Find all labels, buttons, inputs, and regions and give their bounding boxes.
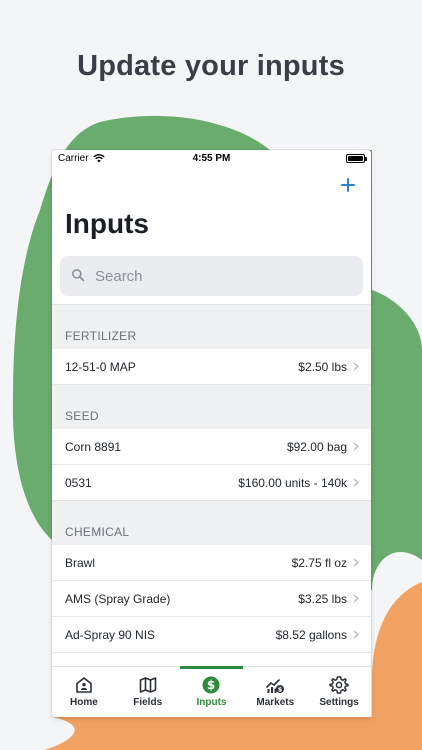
chevron-right-icon: [353, 594, 359, 603]
headline: Update your inputs: [77, 50, 345, 82]
tab-inputs[interactable]: $ Inputs: [179, 666, 244, 717]
status-bar: Carrier 4:55 PM: [52, 150, 371, 168]
tab-label: Inputs: [196, 697, 227, 708]
list-item[interactable]: Ad-Spray 90 NIS $8.52 gallons: [52, 617, 371, 653]
chevron-right-icon: [353, 630, 359, 639]
list-item[interactable]: 12-51-0 MAP $2.50 lbs: [52, 349, 371, 385]
clock: 4:55 PM: [192, 153, 231, 164]
markets-icon: $: [266, 679, 285, 693]
list-item[interactable]: AMS (Spray Grade) $3.25 lbs: [52, 581, 371, 617]
tab-label: Settings: [319, 697, 359, 708]
list-item[interactable]: Brawl $2.75 fl oz: [52, 545, 371, 581]
item-name: Ad-Spray 90 NIS: [65, 627, 156, 642]
search-bar[interactable]: [60, 256, 363, 296]
item-name: Corn 8891: [65, 439, 122, 454]
item-price: $8.52 gallons: [275, 627, 347, 642]
item-price: $92.00 bag: [286, 439, 347, 454]
item-price: $2.50 lbs: [298, 359, 347, 374]
item-name: 12-51-0 MAP: [65, 359, 136, 374]
inputs-list: FERTILIZER 12-51-0 MAP $2.50 lbs SEED Co…: [52, 304, 371, 666]
battery-icon: [346, 154, 365, 163]
item-price: $160.00 units - 140k: [238, 475, 347, 490]
tab-bar: Home Fields $ Inputs $ Markets Settings: [52, 666, 371, 717]
item-name: AMS (Spray Grade): [65, 591, 171, 606]
chevron-right-icon: [353, 558, 359, 567]
svg-text:$: $: [278, 685, 283, 693]
section-chemical: CHEMICAL Brawl $2.75 fl oz AMS (Spray Gr…: [52, 501, 371, 666]
tab-fields[interactable]: Fields: [116, 667, 180, 717]
search-input[interactable]: [95, 256, 345, 296]
section-header: FERTILIZER: [65, 329, 137, 343]
active-tab-indicator: [179, 666, 244, 669]
battery-cap: [365, 157, 367, 161]
add-button[interactable]: [339, 176, 357, 194]
section-header: SEED: [65, 409, 99, 423]
tab-label: Home: [70, 697, 98, 708]
section-seed: SEED Corn 8891 $92.00 bag 0531 $160.00 u…: [52, 385, 371, 501]
list-item-partial[interactable]: [52, 653, 371, 666]
page-title: Inputs: [65, 208, 149, 239]
dollar-icon: $: [202, 676, 220, 694]
item-price: $2.75 fl oz: [291, 555, 347, 570]
list-item[interactable]: 0531 $160.00 units - 140k: [52, 465, 371, 501]
svg-text:$: $: [207, 678, 215, 692]
gear-icon: [329, 676, 349, 694]
chevron-right-icon: [353, 442, 359, 451]
item-name: 0531: [65, 475, 92, 490]
item-name: Brawl: [65, 555, 96, 570]
home-icon: [76, 677, 92, 693]
tab-label: Fields: [133, 697, 163, 708]
list-item[interactable]: Corn 8891 $92.00 bag: [52, 429, 371, 465]
phone-screen: Carrier 4:55 PM Inputs FERTILIZER 12-51-…: [52, 150, 371, 717]
map-icon: [139, 677, 156, 693]
tab-settings[interactable]: Settings: [307, 667, 371, 717]
chevron-right-icon: [353, 478, 359, 487]
section-fertilizer: FERTILIZER 12-51-0 MAP $2.50 lbs: [52, 305, 371, 385]
tab-label: Markets: [256, 697, 295, 708]
tab-home[interactable]: Home: [52, 667, 116, 717]
chevron-right-icon: [353, 362, 359, 371]
search-icon: [72, 269, 85, 282]
tab-markets[interactable]: $ Markets: [243, 667, 307, 717]
item-price: $3.25 lbs: [298, 591, 347, 606]
section-header: CHEMICAL: [65, 525, 130, 539]
